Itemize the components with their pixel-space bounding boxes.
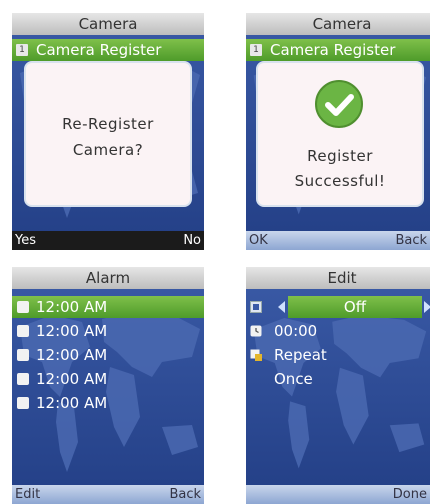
alarm-state-selector[interactable]: Off: [246, 296, 430, 318]
repeat-icon: [250, 349, 262, 361]
screen-title: Camera: [246, 13, 430, 35]
softkey-edit[interactable]: Edit: [15, 485, 40, 504]
register-success-screen: Camera 1 Camera Register Register Succes…: [246, 13, 430, 250]
camera-register-screen: Camera 1 Camera Register Re-Register Cam…: [12, 13, 204, 250]
repeat-label: Repeat: [274, 346, 327, 364]
time-field[interactable]: 00:00: [246, 320, 430, 342]
alarm-item[interactable]: 12:00 AM: [12, 392, 204, 414]
alarm-time: 12:00 AM: [36, 298, 108, 316]
softkey-bar: Edit Back: [12, 485, 204, 504]
softkey-no[interactable]: No: [183, 231, 201, 250]
menu-item-camera-register[interactable]: 1 Camera Register: [12, 39, 204, 61]
softkey-bar: Done: [246, 485, 430, 504]
softkey-done[interactable]: Done: [393, 485, 427, 504]
menu-item-label: Camera Register: [36, 41, 162, 59]
menu-item-label: Camera Register: [270, 41, 396, 59]
alarm-time-value: 00:00: [274, 322, 318, 340]
alarm-state-icon: [250, 301, 262, 313]
repeat-value: Once: [274, 370, 313, 388]
alarm-item[interactable]: 12:00 AM: [12, 296, 204, 318]
softkey-back[interactable]: Back: [169, 485, 201, 504]
item-number: 1: [250, 44, 262, 56]
alarm-item[interactable]: 12:00 AM: [12, 344, 204, 366]
checkbox[interactable]: [17, 349, 29, 361]
menu-item-camera-register[interactable]: 1 Camera Register: [246, 39, 430, 61]
clock-icon: [250, 325, 262, 337]
success-dialog: Register Successful!: [256, 61, 424, 207]
softkey-bar: Yes No: [12, 231, 204, 250]
alarm-time: 12:00 AM: [36, 346, 108, 364]
selector-field: Off: [288, 296, 422, 318]
softkey-yes[interactable]: Yes: [15, 231, 36, 250]
alarm-edit-screen: Edit Off 00:00 Repeat Once Done: [246, 267, 430, 504]
confirm-dialog: Re-Register Camera?: [24, 61, 192, 207]
repeat-value-row[interactable]: Once: [246, 368, 430, 390]
alarm-time: 12:00 AM: [36, 394, 108, 412]
screen-title: Edit: [246, 267, 430, 289]
alarm-item[interactable]: 12:00 AM: [12, 368, 204, 390]
alarm-screen: Alarm 12:00 AM 12:00 AM 12:00 AM 12:00 A…: [12, 267, 204, 504]
checkmark-circle-icon: [315, 80, 363, 128]
arrow-right-icon[interactable]: [424, 301, 430, 313]
alarm-time: 12:00 AM: [36, 370, 108, 388]
softkey-back[interactable]: Back: [395, 231, 427, 250]
alarm-item[interactable]: 12:00 AM: [12, 320, 204, 342]
dialog-line-1: Register: [307, 147, 373, 165]
dialog-line-2: Camera?: [72, 141, 144, 159]
repeat-field[interactable]: Repeat: [246, 344, 430, 366]
checkbox[interactable]: [17, 373, 29, 385]
checkbox[interactable]: [17, 325, 29, 337]
item-number: 1: [16, 44, 28, 56]
softkey-ok[interactable]: OK: [249, 231, 268, 250]
selector-value: Off: [343, 298, 367, 316]
arrow-left-icon[interactable]: [278, 301, 286, 313]
dialog-line-1: Re-Register: [62, 115, 154, 133]
checkbox[interactable]: [17, 397, 29, 409]
screen-title: Alarm: [12, 267, 204, 289]
softkey-bar: OK Back: [246, 231, 430, 250]
checkbox[interactable]: [17, 301, 29, 313]
screen-title: Camera: [12, 13, 204, 35]
dialog-line-2: Successful!: [294, 172, 386, 190]
alarm-time: 12:00 AM: [36, 322, 108, 340]
